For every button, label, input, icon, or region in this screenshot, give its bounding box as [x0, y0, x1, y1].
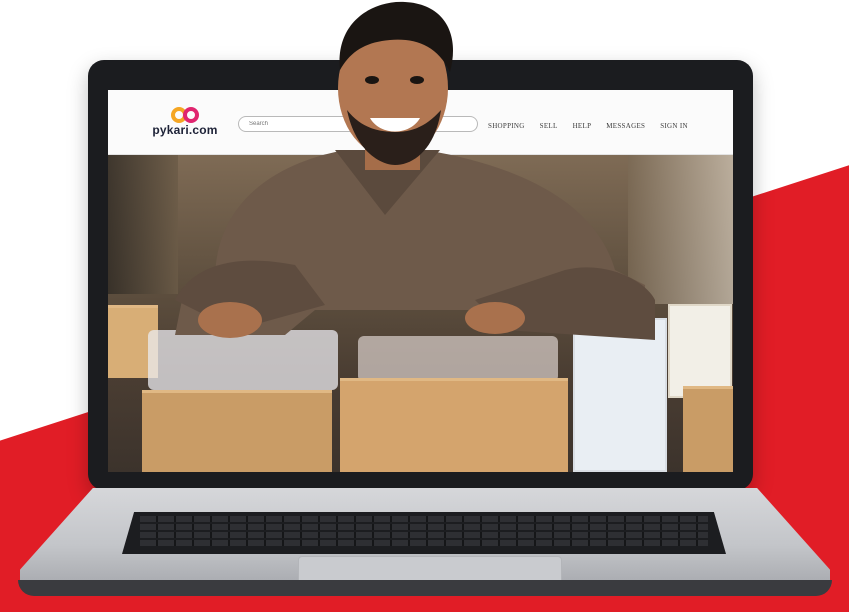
- key-row: [140, 516, 708, 522]
- key-row: [140, 532, 708, 538]
- cardboard-box: [683, 386, 733, 472]
- key-row: [140, 540, 708, 546]
- key-row: [140, 524, 708, 530]
- background-shelf-left: [108, 154, 178, 294]
- product-package: [668, 304, 732, 398]
- laptop-base-edge: [18, 580, 832, 596]
- smiling-seller-person: [175, 1, 655, 340]
- laptop-keyboard: [122, 512, 726, 554]
- nav-sign-in[interactable]: SIGN IN: [660, 122, 688, 130]
